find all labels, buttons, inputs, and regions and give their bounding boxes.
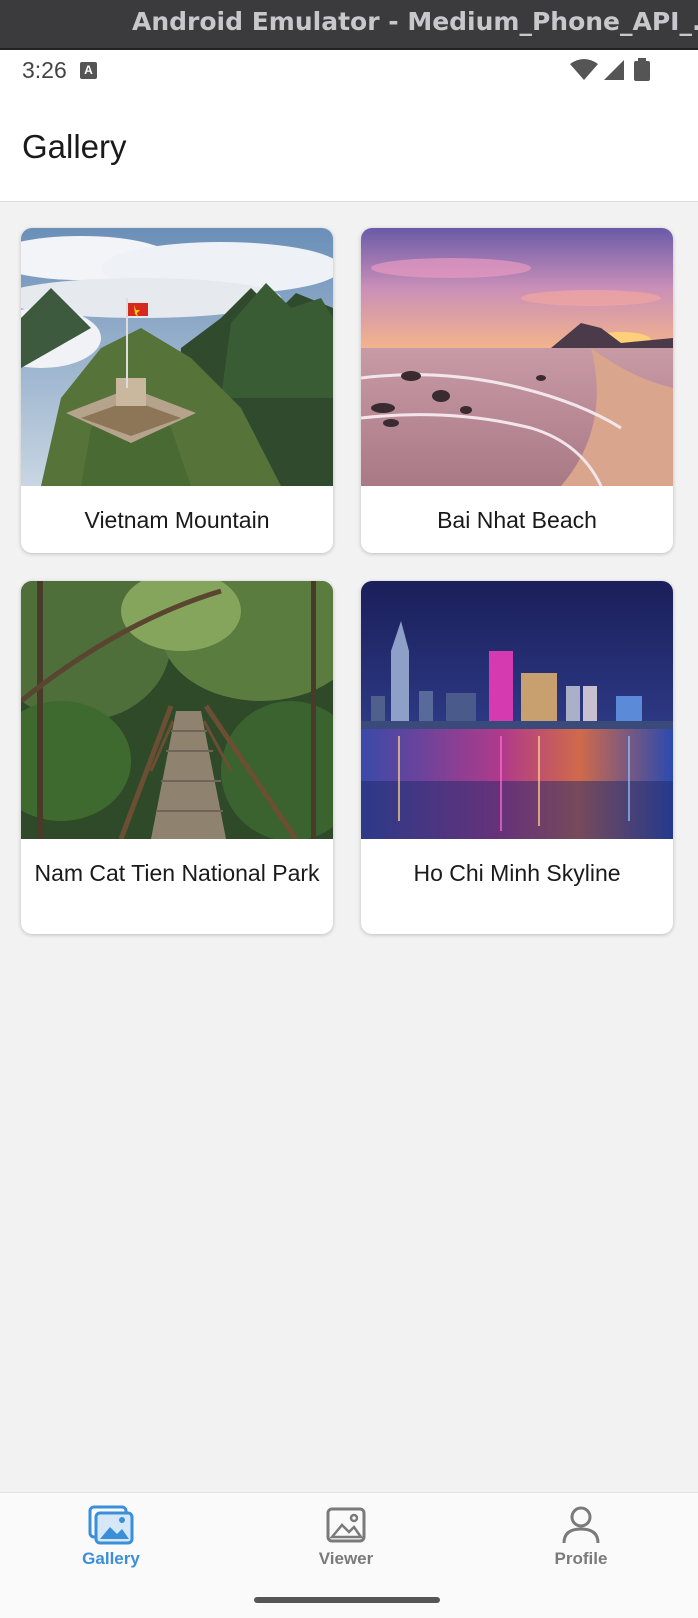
card-title: Ho Chi Minh Skyline	[413, 860, 621, 886]
person-icon	[562, 1506, 600, 1544]
status-bar: 3:26 A	[0, 50, 698, 92]
gallery-card-ho-chi-minh-skyline[interactable]: Ho Chi Minh Skyline	[361, 581, 673, 934]
gallery-icon	[88, 1505, 134, 1545]
gallery-card-bai-nhat-beach[interactable]: Bai Nhat Beach	[361, 228, 673, 553]
gallery-card-nam-cat-tien[interactable]: Nam Cat Tien National Park	[21, 581, 333, 934]
forest-photo	[21, 581, 333, 839]
app-bar: Gallery	[0, 92, 698, 202]
wifi-icon	[570, 59, 598, 80]
tab-profile[interactable]: Profile	[501, 1505, 661, 1585]
tab-gallery-label: Gallery	[82, 1549, 140, 1568]
status-icons	[570, 58, 650, 81]
bottom-navigation: Gallery Viewer Profile	[0, 1492, 698, 1618]
beach-photo	[361, 228, 673, 486]
card-title: Nam Cat Tien National Park	[34, 860, 320, 886]
battery-icon	[634, 58, 650, 81]
tab-viewer[interactable]: Viewer	[266, 1505, 426, 1585]
image-icon	[326, 1507, 366, 1543]
emulator-title-bar: Android Emulator - Medium_Phone_API_...	[0, 0, 698, 50]
signal-icon	[604, 60, 624, 80]
card-title: Vietnam Mountain	[84, 507, 270, 533]
card-title: Bai Nhat Beach	[437, 507, 597, 533]
page-title: Gallery	[22, 128, 127, 165]
notification-icon: A	[80, 62, 97, 79]
gallery-card-vietnam-mountain[interactable]: Vietnam Mountain	[21, 228, 333, 553]
skyline-photo	[361, 581, 673, 839]
mountain-photo	[21, 228, 333, 486]
home-indicator[interactable]	[254, 1597, 440, 1603]
tab-viewer-label: Viewer	[318, 1549, 374, 1568]
tab-gallery[interactable]: Gallery	[31, 1505, 191, 1585]
status-time: 3:26	[22, 57, 67, 83]
tab-profile-label: Profile	[554, 1549, 608, 1568]
